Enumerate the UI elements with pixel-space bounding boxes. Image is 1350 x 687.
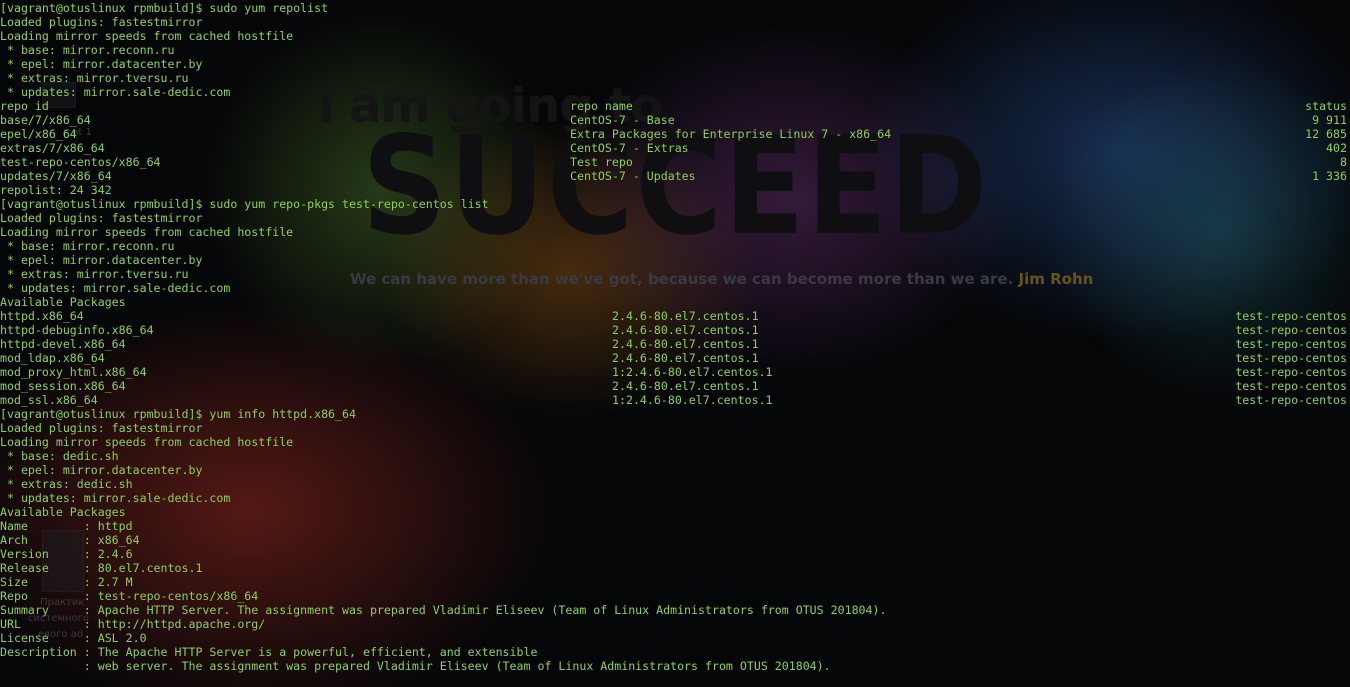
- repo-status: 402: [1326, 141, 1347, 155]
- terminal-line: Loaded plugins: fastestmirror: [0, 211, 203, 225]
- package-repo: test-repo-centos: [1235, 365, 1347, 379]
- terminal-line: Loading mirror speeds from cached hostfi…: [0, 225, 294, 239]
- package-name: httpd.x86_64: [0, 309, 84, 323]
- info-line: Version : 2.4.6: [0, 547, 133, 561]
- repolist-row: base/7/x86_64 CentOS-7 - Base 9 911: [0, 113, 1350, 127]
- package-version: 1:2.4.6-80.el7.centos.1: [612, 393, 773, 407]
- terminal-line: * epel: mirror.datacenter.by: [0, 253, 203, 267]
- repo-id: updates/7/x86_64: [0, 169, 112, 183]
- terminal-line: [vagrant@otuslinux rpmbuild]$ yum info h…: [0, 407, 356, 421]
- repo-id: epel/x86_64: [0, 127, 77, 141]
- repo-id: base/7/x86_64: [0, 113, 91, 127]
- terminal-line: * epel: mirror.datacenter.by: [0, 57, 203, 71]
- info-line: URL : http://httpd.apache.org/: [0, 617, 266, 631]
- package-name: mod_proxy_html.x86_64: [0, 365, 147, 379]
- repo-name: Extra Packages for Enterprise Linux 7 - …: [570, 127, 892, 141]
- terminal-line: [vagrant@otuslinux rpmbuild]$ sudo yum r…: [0, 197, 489, 211]
- terminal-line: Loaded plugins: fastestmirror: [0, 421, 203, 435]
- info-line: License : ASL 2.0: [0, 631, 147, 645]
- repolist-header-name: repo name: [570, 99, 633, 113]
- package-name: mod_ldap.x86_64: [0, 351, 105, 365]
- info-line: Arch : x86_64: [0, 533, 140, 547]
- package-version: 2.4.6-80.el7.centos.1: [612, 351, 759, 365]
- repo-id: test-repo-centos/x86_64: [0, 155, 161, 169]
- terminal-line: Loading mirror speeds from cached hostfi…: [0, 435, 294, 449]
- package-repo: test-repo-centos: [1235, 323, 1347, 337]
- repo-status: 8: [1340, 155, 1347, 169]
- terminal-line: * base: mirror.reconn.ru: [0, 239, 175, 253]
- package-name: mod_ssl.x86_64: [0, 393, 98, 407]
- repo-status: 1 336: [1312, 169, 1347, 183]
- package-repo: test-repo-centos: [1235, 379, 1347, 393]
- package-version: 2.4.6-80.el7.centos.1: [612, 323, 759, 337]
- package-version: 2.4.6-80.el7.centos.1: [612, 309, 759, 323]
- repolist-total: repolist: 24 342: [0, 183, 112, 197]
- package-row: mod_proxy_html.x86_64 1:2.4.6-80.el7.cen…: [0, 365, 1350, 379]
- terminal-line: Loading mirror speeds from cached hostfi…: [0, 29, 294, 43]
- repolist-header-id: repo id: [0, 99, 49, 113]
- terminal-output[interactable]: [vagrant@otuslinux rpmbuild]$ sudo yum r…: [0, 1, 1350, 673]
- terminal-line: [vagrant@otuslinux rpmbuild]$ sudo yum r…: [0, 1, 329, 15]
- package-row: mod_ssl.x86_64 1:2.4.6-80.el7.centos.1 t…: [0, 393, 1350, 407]
- package-name: mod_session.x86_64: [0, 379, 126, 393]
- terminal-line: * updates: mirror.sale-dedic.com: [0, 85, 231, 99]
- repolist-row: extras/7/x86_64 CentOS-7 - Extras 402: [0, 141, 1350, 155]
- package-name: httpd-debuginfo.x86_64: [0, 323, 154, 337]
- repolist-row: test-repo-centos/x86_64 Test repo 8: [0, 155, 1350, 169]
- package-row: httpd-devel.x86_64 2.4.6-80.el7.centos.1…: [0, 337, 1350, 351]
- terminal-line: * base: dedic.sh: [0, 449, 119, 463]
- terminal-line: * updates: mirror.sale-dedic.com: [0, 281, 231, 295]
- repo-name: CentOS-7 - Extras: [570, 141, 689, 155]
- terminal-line: Available Packages: [0, 295, 126, 309]
- repo-name: Test repo: [570, 155, 633, 169]
- terminal-line: * base: mirror.reconn.ru: [0, 43, 175, 57]
- repo-name: CentOS-7 - Updates: [570, 169, 696, 183]
- info-line: Summary : Apache HTTP Server. The assign…: [0, 603, 887, 617]
- repo-status: 12 685: [1305, 127, 1347, 141]
- package-row: httpd.x86_64 2.4.6-80.el7.centos.1 test-…: [0, 309, 1350, 323]
- repolist-row: updates/7/x86_64 CentOS-7 - Updates 1 33…: [0, 169, 1350, 183]
- info-line: : web server. The assignment was prepare…: [0, 659, 831, 673]
- repolist-row: epel/x86_64 Extra Packages for Enterpris…: [0, 127, 1350, 141]
- package-repo: test-repo-centos: [1235, 351, 1347, 365]
- terminal-line: * extras: mirror.tversu.ru: [0, 267, 189, 281]
- repo-id: extras/7/x86_64: [0, 141, 105, 155]
- package-row: mod_ldap.x86_64 2.4.6-80.el7.centos.1 te…: [0, 351, 1350, 365]
- package-repo: test-repo-centos: [1235, 309, 1347, 323]
- repo-name: CentOS-7 - Base: [570, 113, 675, 127]
- info-line: Repo : test-repo-centos/x86_64: [0, 589, 259, 603]
- info-line: Size : 2.7 M: [0, 575, 133, 589]
- package-row: mod_session.x86_64 2.4.6-80.el7.centos.1…: [0, 379, 1350, 393]
- package-version: 1:2.4.6-80.el7.centos.1: [612, 365, 773, 379]
- package-name: httpd-devel.x86_64: [0, 337, 126, 351]
- terminal-line: * extras: mirror.tversu.ru: [0, 71, 189, 85]
- info-line: Release : 80.el7.centos.1: [0, 561, 203, 575]
- terminal-line: Loaded plugins: fastestmirror: [0, 15, 203, 29]
- terminal-line: * epel: mirror.datacenter.by: [0, 463, 203, 477]
- info-line: Name : httpd: [0, 519, 133, 533]
- package-repo: test-repo-centos: [1235, 337, 1347, 351]
- repo-status: 9 911: [1312, 113, 1347, 127]
- terminal-line: * extras: dedic.sh: [0, 477, 133, 491]
- terminal-line: Available Packages: [0, 505, 126, 519]
- package-version: 2.4.6-80.el7.centos.1: [612, 379, 759, 393]
- package-row: httpd-debuginfo.x86_64 2.4.6-80.el7.cent…: [0, 323, 1350, 337]
- package-version: 2.4.6-80.el7.centos.1: [612, 337, 759, 351]
- package-repo: test-repo-centos: [1235, 393, 1347, 407]
- repolist-header-status: status: [1305, 99, 1347, 113]
- terminal-line: * updates: mirror.sale-dedic.com: [0, 491, 231, 505]
- info-line: Description : The Apache HTTP Server is …: [0, 645, 538, 659]
- repolist-header: repo id repo name status: [0, 99, 1350, 113]
